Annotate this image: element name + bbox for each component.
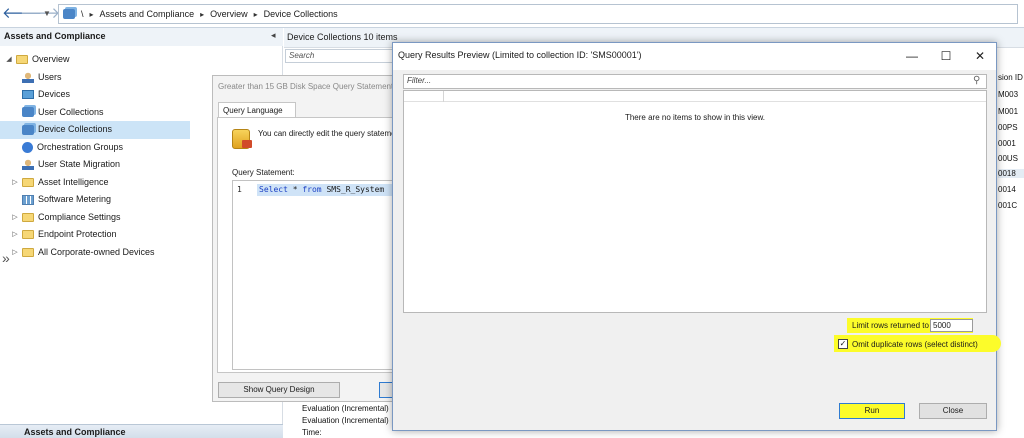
migration-icon <box>22 159 34 171</box>
tree-item-label: Endpoint Protection <box>38 229 117 240</box>
folder-icon <box>16 55 28 65</box>
table-cell: 00PS <box>998 123 1018 132</box>
detail-line: Time: <box>302 428 322 437</box>
query-results-dialog: Query Results Preview (Limited to collec… <box>392 42 1001 431</box>
breadcrumb-item-overview[interactable]: Overview <box>210 9 248 19</box>
omit-duplicates-label[interactable]: Omit duplicate rows (select distinct) <box>852 340 978 349</box>
collection-icon <box>22 107 34 118</box>
table-cell: 0018 <box>998 169 1024 178</box>
expand-right-icon[interactable]: ▷ <box>10 174 20 191</box>
line-number: 1 <box>237 185 242 194</box>
search-input[interactable]: Search <box>285 49 400 63</box>
breadcrumb: \ ▸ Assets and Compliance ▸ Overview ▸ D… <box>58 4 1018 24</box>
results-list[interactable]: There are no items to show in this view. <box>403 90 987 313</box>
devices-icon <box>22 90 34 100</box>
tree-item-overview[interactable]: ◢ Overview <box>0 51 283 69</box>
code-text: SMS_R_System <box>321 185 385 194</box>
detail-line: Evaluation (Incremental) <box>302 404 389 413</box>
table-cell: 00US <box>998 154 1019 163</box>
tree-item-label: Asset Intelligence <box>38 176 109 187</box>
edit-arrow-icon <box>242 140 252 148</box>
table-cell: 0001 <box>998 139 1016 148</box>
collapse-pane-icon[interactable]: ◂ <box>271 30 276 41</box>
expand-right-icon[interactable]: ▷ <box>10 209 20 226</box>
tab-panel: You can directly edit the query statemen… <box>217 117 396 373</box>
user-icon <box>22 71 34 83</box>
maximize-icon[interactable]: ☐ <box>935 47 957 65</box>
folder-icon <box>22 230 34 240</box>
dialog-title: Query Results Preview (Limited to collec… <box>398 50 642 60</box>
show-query-design-button[interactable]: Show Query Design <box>218 382 340 398</box>
code-text: * <box>287 185 303 194</box>
column-divider[interactable] <box>443 91 444 102</box>
nav-header: Assets and Compliance <box>0 28 283 46</box>
search-icon[interactable]: ⚲ <box>973 75 980 86</box>
limit-rows-label: Limit rows returned to <box>852 321 929 330</box>
tab-query-language[interactable]: Query Language <box>218 102 296 118</box>
double-chevron-right-icon[interactable]: » <box>2 250 10 266</box>
tree-item-label: Orchestration Groups <box>37 141 124 152</box>
orchestration-icon <box>22 141 33 153</box>
tree-item-label: Overview <box>32 54 70 65</box>
tree-item-label: User Collections <box>38 106 104 117</box>
breadcrumb-item-device-collections[interactable]: Device Collections <box>264 9 338 19</box>
code-keyword: Select <box>259 185 288 194</box>
tree-item-label: Compliance Settings <box>38 211 121 222</box>
tree-item-label: Users <box>38 71 62 82</box>
empty-message: There are no items to show in this view. <box>624 113 766 122</box>
tree-item-label: User State Migration <box>38 159 121 170</box>
tree-item-label: Devices <box>38 89 71 100</box>
filter-input[interactable]: Filter... <box>403 74 987 89</box>
table-cell: 001C <box>998 201 1018 209</box>
expand-down-icon[interactable]: ◢ <box>4 51 14 68</box>
query-editor[interactable]: 1 Select * from SMS_R_System <box>232 180 396 370</box>
folder-icon <box>22 212 34 222</box>
folder-icon <box>22 177 34 187</box>
history-dropdown-icon[interactable]: ▼ <box>38 4 56 24</box>
folder-icon <box>22 247 34 257</box>
breadcrumb-item-assets[interactable]: Assets and Compliance <box>100 9 195 19</box>
code-keyword: from <box>302 185 322 194</box>
breadcrumb-root[interactable]: \ <box>81 9 84 19</box>
tree-item-label: Software Metering <box>38 194 112 205</box>
query-code-line[interactable]: Select * from SMS_R_System <box>257 184 395 196</box>
collection-icon <box>22 124 34 135</box>
run-button[interactable]: Run <box>839 403 905 419</box>
results-column-header[interactable] <box>404 91 986 102</box>
expand-right-icon[interactable]: ▷ <box>10 226 20 243</box>
expand-right-icon[interactable]: ▷ <box>10 244 20 261</box>
tree-item-label: Device Collections <box>38 124 113 135</box>
close-icon[interactable]: ✕ <box>969 47 991 65</box>
omit-duplicates-checkbox[interactable]: ✓ <box>838 339 848 349</box>
console-icon <box>63 9 75 19</box>
window-title: Greater than 15 GB Disk Space Query Stat… <box>218 82 394 91</box>
back-arrow-icon[interactable]: 🡐 <box>2 4 42 24</box>
metering-icon <box>22 194 34 205</box>
close-button[interactable]: Close <box>919 403 987 419</box>
table-cell: M003 <box>998 90 1019 99</box>
query-statement-label: Query Statement: <box>232 168 295 177</box>
address-bar-area: 🡐 🡒 ▼ \ ▸ Assets and Compliance ▸ Overvi… <box>0 0 1024 28</box>
dialog-titlebar: Query Results Preview (Limited to collec… <box>393 43 996 70</box>
table-cell: 0014 <box>998 185 1016 194</box>
detail-line: Evaluation (Incremental) <box>302 416 389 425</box>
forward-arrow-icon[interactable]: 🡒 <box>20 4 60 24</box>
tree-item-device-collections[interactable]: Device Collections <box>0 121 190 139</box>
limit-rows-input[interactable]: 5000 <box>930 319 973 332</box>
query-statement-window: Greater than 15 GB Disk Space Query Stat… <box>212 75 396 402</box>
chevron-right-icon: ▸ <box>89 9 94 19</box>
chevron-right-icon: ▸ <box>253 9 258 19</box>
table-cell: M001 <box>998 107 1019 116</box>
column-header-collection-id[interactable]: sion ID <box>998 73 1023 82</box>
query-description: You can directly edit the query statemen… <box>258 129 394 138</box>
tree-item-label: All Corporate-owned Devices <box>38 246 155 257</box>
workspace-button[interactable]: Assets and Compliance <box>0 424 283 438</box>
minimize-icon[interactable]: — <box>901 47 923 65</box>
chevron-right-icon: ▸ <box>200 9 205 19</box>
